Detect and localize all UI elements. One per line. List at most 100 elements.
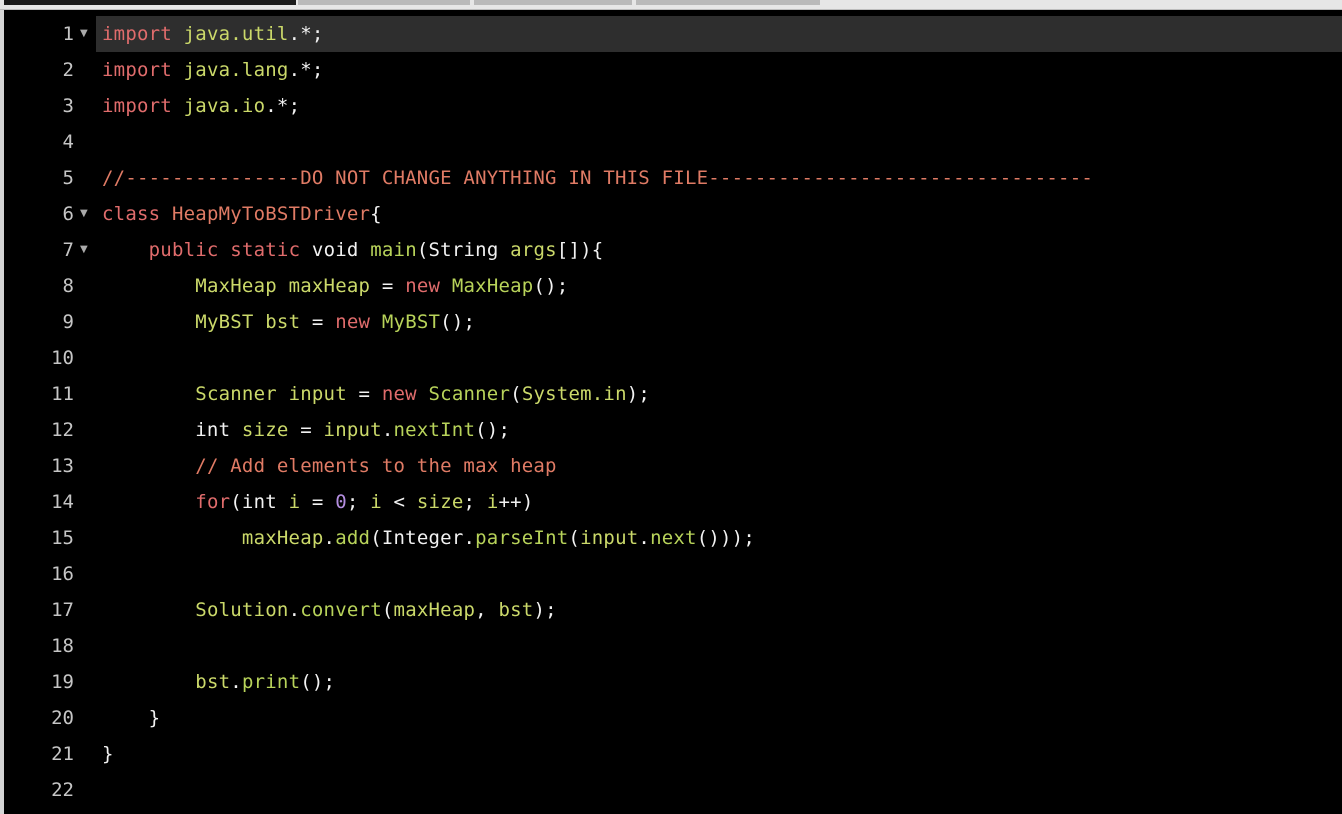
- code-token: .*;: [288, 59, 324, 81]
- code-token: parseInt: [475, 527, 569, 549]
- code-token: =: [300, 491, 336, 513]
- code-line[interactable]: 20 }: [4, 700, 1342, 736]
- code-text[interactable]: Scanner input = new Scanner(System.in);: [102, 376, 650, 412]
- fold-toggle-icon[interactable]: ▼: [80, 232, 92, 268]
- code-token: []){: [556, 239, 604, 261]
- code-text[interactable]: bst.print();: [102, 664, 335, 700]
- line-number: 20: [51, 707, 74, 729]
- code-token: input: [580, 527, 639, 549]
- code-line[interactable]: 14 for(int i = 0; i < size; i++): [4, 484, 1342, 520]
- code-line[interactable]: 4: [4, 124, 1342, 160]
- code-line[interactable]: 15 maxHeap.add(Integer.parseInt(input.ne…: [4, 520, 1342, 556]
- code-line[interactable]: 3 import java.io.*;: [4, 88, 1342, 124]
- code-token: ++): [498, 491, 534, 513]
- line-number: 5: [62, 167, 74, 189]
- code-line[interactable]: 8 MaxHeap maxHeap = new MaxHeap();: [4, 268, 1342, 304]
- code-token: import: [102, 23, 172, 45]
- code-token: =: [288, 419, 324, 441]
- code-text[interactable]: class HeapMyToBSTDriver{: [102, 196, 382, 232]
- code-token: Scanner: [428, 383, 511, 405]
- code-token: java.io: [183, 95, 266, 117]
- code-token: ();: [533, 275, 569, 297]
- code-line[interactable]: 10: [4, 340, 1342, 376]
- code-token: 0: [335, 491, 347, 513]
- code-line[interactable]: 17 Solution.convert(maxHeap, bst);: [4, 592, 1342, 628]
- code-line[interactable]: 21}: [4, 736, 1342, 772]
- code-token: .: [323, 527, 336, 549]
- tab-2[interactable]: [298, 0, 470, 5]
- code-token: main: [370, 239, 417, 261]
- code-token: next: [650, 527, 697, 549]
- code-text[interactable]: MyBST bst = new MyBST();: [102, 304, 475, 340]
- code-line[interactable]: 2 import java.lang.*;: [4, 52, 1342, 88]
- code-text[interactable]: Solution.convert(maxHeap, bst);: [102, 592, 557, 628]
- code-line[interactable]: 1 ▼ import java.util.*;: [4, 16, 1342, 52]
- code-token: .: [638, 527, 651, 549]
- tab-bar: [0, 0, 1342, 10]
- code-text[interactable]: int size = input.nextInt();: [102, 412, 510, 448]
- code-token: maxHeap: [288, 275, 371, 297]
- fold-toggle-icon[interactable]: ▼: [80, 16, 92, 52]
- code-text[interactable]: import java.io.*;: [102, 88, 300, 124]
- tab-3[interactable]: [474, 0, 632, 5]
- code-text[interactable]: import java.lang.*;: [102, 52, 324, 88]
- code-token: java.util: [183, 23, 289, 45]
- line-number: 13: [51, 455, 74, 477]
- tab-active[interactable]: [4, 0, 296, 5]
- code-token: ();: [440, 311, 476, 333]
- code-line[interactable]: 11 Scanner input = new Scanner(System.in…: [4, 376, 1342, 412]
- code-text[interactable]: maxHeap.add(Integer.parseInt(input.next(…: [102, 520, 755, 556]
- code-text[interactable]: // Add elements to the max heap: [102, 448, 557, 484]
- code-token: Scanner: [195, 383, 277, 405]
- line-number: 12: [51, 419, 74, 441]
- code-token: .: [230, 671, 242, 693]
- line-number: 9: [62, 311, 74, 333]
- line-number: 2: [62, 59, 74, 81]
- code-token: nextInt: [393, 419, 476, 441]
- code-token: i: [288, 491, 301, 513]
- code-token: =: [300, 311, 336, 333]
- code-line[interactable]: 9 MyBST bst = new MyBST();: [4, 304, 1342, 340]
- code-line[interactable]: 7 ▼ public static void main(String args[]…: [4, 232, 1342, 268]
- code-token: add: [335, 527, 371, 549]
- code-line[interactable]: 16: [4, 556, 1342, 592]
- code-token: MyBST: [381, 311, 441, 333]
- code-token: for: [195, 491, 231, 513]
- code-token: new: [405, 275, 441, 297]
- code-token: args: [510, 239, 557, 261]
- code-line[interactable]: 13 // Add elements to the max heap: [4, 448, 1342, 484]
- fold-toggle-icon[interactable]: ▼: [80, 196, 92, 232]
- code-token: MaxHeap: [195, 275, 277, 297]
- code-token: =: [346, 383, 382, 405]
- code-line[interactable]: 22: [4, 772, 1342, 808]
- code-text[interactable]: MaxHeap maxHeap = new MaxHeap();: [102, 268, 568, 304]
- code-text[interactable]: //---------------DO NOT CHANGE ANYTHING …: [102, 160, 1093, 196]
- code-token: .*;: [288, 23, 324, 45]
- code-line[interactable]: 6 ▼ class HeapMyToBSTDriver{: [4, 196, 1342, 232]
- code-text[interactable]: }: [102, 736, 114, 772]
- code-text[interactable]: import java.util.*;: [102, 16, 324, 52]
- code-line[interactable]: 5 //---------------DO NOT CHANGE ANYTHING…: [4, 160, 1342, 196]
- code-token: int: [102, 419, 242, 441]
- tab-4[interactable]: [636, 0, 820, 5]
- code-text[interactable]: public static void main(String args[]){: [102, 232, 604, 268]
- code-text[interactable]: }: [102, 700, 160, 736]
- code-token: // Add elements to the max heap: [195, 455, 557, 477]
- code-token: MaxHeap: [451, 275, 534, 297]
- code-line[interactable]: 12 int size = input.nextInt();: [4, 412, 1342, 448]
- code-line[interactable]: 18: [4, 628, 1342, 664]
- code-line[interactable]: 19 bst.print();: [4, 664, 1342, 700]
- code-editor[interactable]: 1 ▼ import java.util.*; 2 import java.lang.*…: [4, 16, 1342, 814]
- code-token: class: [102, 203, 161, 225]
- code-token: );: [626, 383, 651, 405]
- code-token: maxHeap: [241, 527, 324, 549]
- code-text[interactable]: for(int i = 0; i < size; i++): [102, 484, 534, 520]
